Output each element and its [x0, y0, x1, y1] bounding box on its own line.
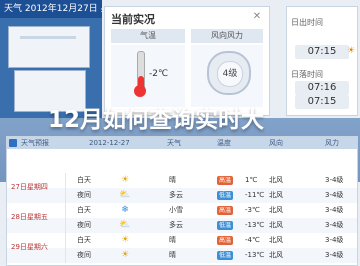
temperature-value: -13℃ — [245, 251, 265, 259]
wind-box: 4级 — [191, 45, 263, 107]
temperature-value: -13℃ — [245, 221, 265, 229]
wind-direction: 北风 — [269, 176, 283, 184]
header-wind-direction: 风向 — [269, 139, 283, 147]
period-label: 白天 — [77, 176, 91, 184]
wind-force: 3-4级 — [325, 191, 344, 199]
wind-label: 风向风力 — [191, 29, 263, 43]
temperature-badge: 高温 — [217, 236, 234, 245]
temperature-value: -3℃ — [245, 206, 260, 214]
sun-icon: ☀ — [120, 175, 130, 185]
period-label: 白天 — [77, 236, 91, 244]
banner-title-line1: 12月如何查询实时大 — [48, 107, 265, 133]
temperature-badge: 低温 — [217, 191, 234, 200]
wind-force: 3-4级 — [325, 236, 344, 244]
temperature-box: -2℃ — [111, 45, 185, 107]
wind-force: 3-4级 — [325, 251, 344, 259]
wind-force: 3-4级 — [325, 221, 344, 229]
sunset-time: 07:15 — [295, 95, 349, 109]
forecast-table: 天气预报 2012-12-27 天气 温度 风向 风力 白天晴 1℃ 北风 3-4级 ☀… — [6, 136, 358, 266]
temperature-badge: 低温 — [217, 221, 234, 230]
wind-direction: 北风 — [269, 191, 283, 199]
date-label: 27日星期四 — [11, 183, 48, 191]
period-label: 白天 — [77, 206, 91, 214]
temperature-value: -4℃ — [245, 236, 260, 244]
sunrise-label: 日出时间 — [291, 18, 323, 27]
sun-icon: ☀ — [120, 250, 130, 260]
header-wind-force: 风力 — [325, 139, 339, 147]
temperature-label: 气温 — [111, 29, 185, 43]
weather-text: 多云 — [169, 221, 183, 229]
snow-icon: ❄ — [121, 205, 129, 215]
forecast-date-range: 2012-12-27 — [89, 139, 130, 147]
cloud-icon: ⛅ — [119, 190, 131, 200]
divider — [20, 36, 76, 39]
forecast-date: 29日星期六 — [7, 233, 66, 263]
wind-force: 3-4级 — [325, 206, 344, 214]
wind-force-value: 4级 — [217, 61, 243, 87]
period-label: 夜间 — [77, 251, 91, 259]
temperature-badge: 低温 — [217, 251, 234, 260]
weather-text: 晴 — [169, 251, 176, 259]
forecast-tab-label[interactable]: 天气预报 — [21, 137, 49, 149]
temperature-value: -2℃ — [149, 69, 169, 79]
temperature-value: -11℃ — [245, 191, 265, 199]
weather-text: 小雪 — [169, 206, 183, 214]
forecast-date: 27日星期四 — [7, 173, 66, 203]
temperature-value: 1℃ — [245, 176, 258, 184]
table-header: 天气预报 2012-12-27 天气 温度 风向 风力 — [7, 137, 357, 149]
close-icon[interactable]: ✕ — [251, 11, 263, 23]
window-title: 天气 2012年12月27日 星期四 — [0, 0, 102, 18]
thermometer-bulb — [134, 85, 146, 97]
sun-times-card: 日出时间 07:15 ☀ 日落时间 07:16 07:15 — [286, 6, 358, 116]
card-title: 当前实况 — [111, 13, 155, 26]
forecast-rows: 白天晴 1℃ 北风 3-4级 ☀ 高温 夜间 多云 -11℃ 北风 3-4级 ⛅ 低温 27日星期四 白天小… — [7, 173, 357, 265]
header-temperature: 温度 — [217, 139, 231, 147]
wind-direction: 北风 — [269, 206, 283, 214]
date-label: 28日星期五 — [11, 213, 48, 221]
compass-icon: 4级 — [207, 51, 251, 95]
sun-icon: ☀ — [347, 46, 356, 56]
weather-text: 晴 — [169, 176, 176, 184]
window-pane — [8, 26, 90, 68]
cloud-icon: ⛅ — [119, 220, 131, 230]
forecast-date: 28日星期五 — [7, 203, 66, 233]
period-label: 夜间 — [77, 191, 91, 199]
weather-text: 晴 — [169, 236, 176, 244]
wind-force: 3-4级 — [325, 176, 344, 184]
sunset-time: 07:16 — [295, 81, 349, 95]
sun-icon: ☀ — [120, 235, 130, 245]
temperature-badge: 高温 — [217, 176, 234, 185]
header-weather: 天气 — [167, 139, 181, 147]
sunrise-time: 07:15 — [295, 45, 349, 59]
weather-text: 多云 — [169, 191, 183, 199]
wind-direction: 北风 — [269, 221, 283, 229]
sunset-label: 日落时间 — [291, 70, 323, 79]
wind-direction: 北风 — [269, 236, 283, 244]
date-label: 29日星期六 — [11, 243, 48, 251]
temperature-badge: 高温 — [217, 206, 234, 215]
forecast-tab-icon — [9, 139, 17, 147]
period-label: 夜间 — [77, 221, 91, 229]
wind-direction: 北风 — [269, 251, 283, 259]
